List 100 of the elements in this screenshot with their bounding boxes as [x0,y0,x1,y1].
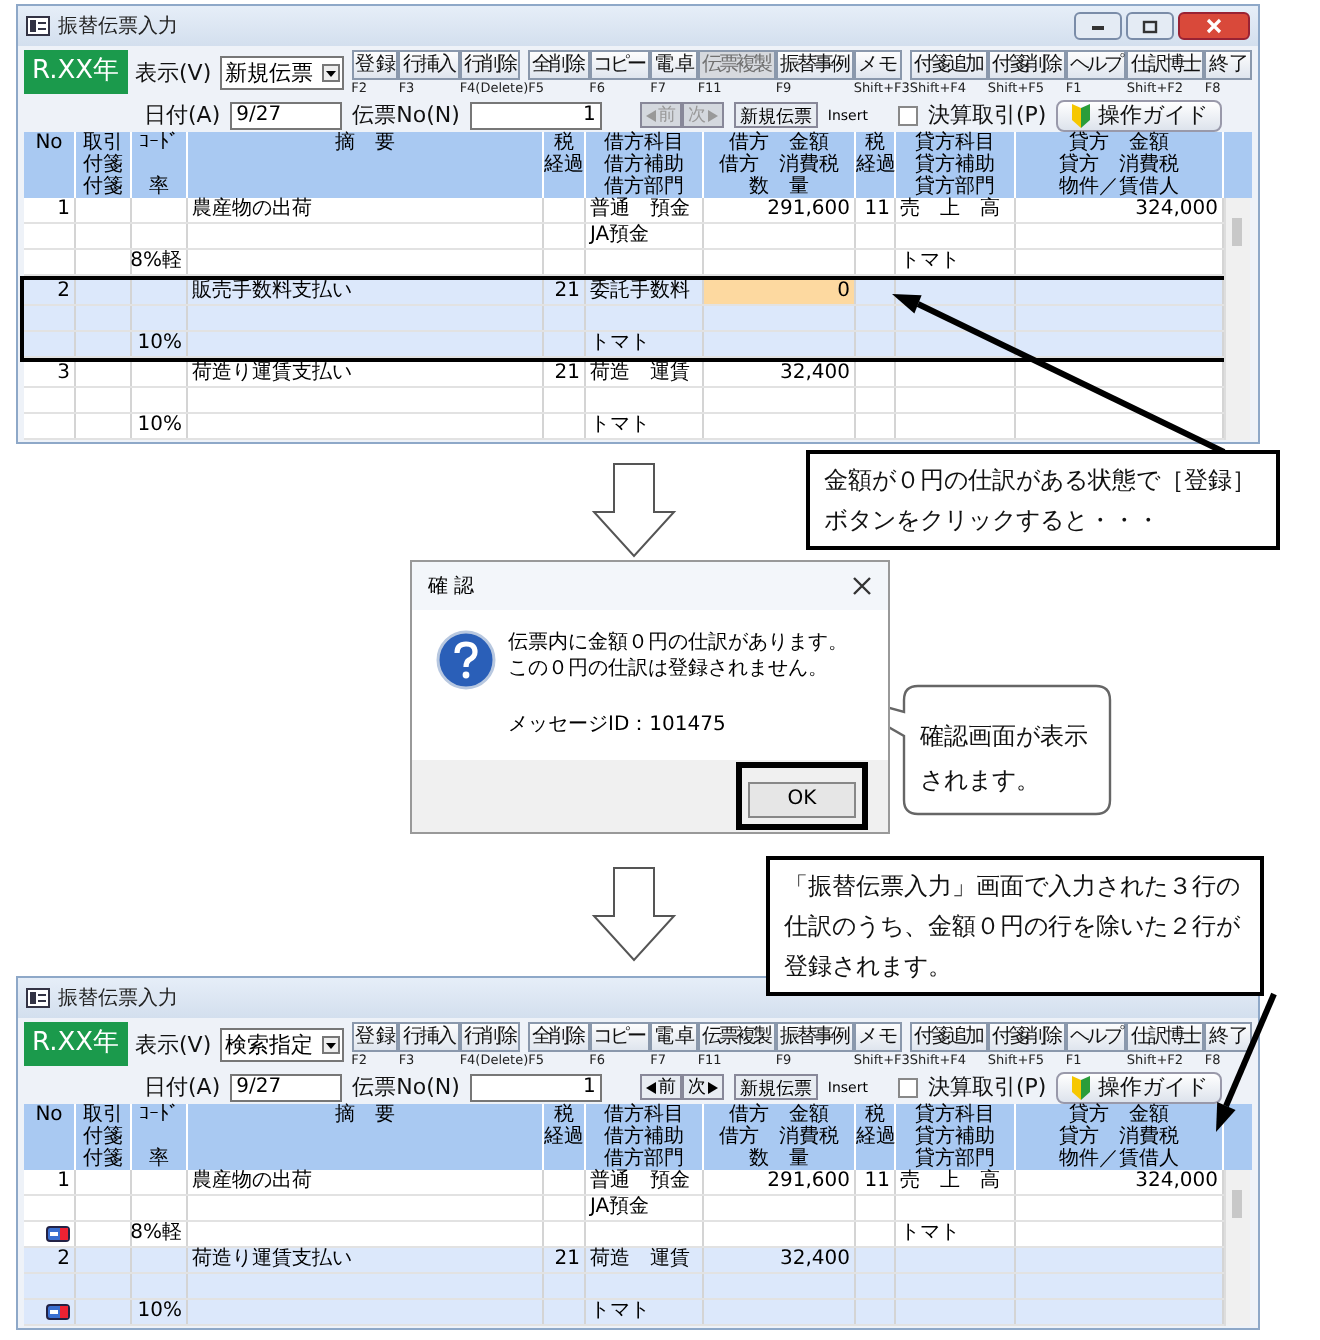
toolbar-button[interactable]: 付箋削除 [987,49,1066,79]
app-icon [26,16,50,36]
column-header: 経過 [544,154,584,176]
table-cell: 324,000 [1135,198,1218,222]
column-header: ｺｰﾄﾞ [139,1104,179,1126]
toolbar-button[interactable]: 電 卓 [650,1021,698,1051]
focused-cell[interactable]: 0 [704,280,856,304]
column-header: 貸方科目 [915,1104,995,1126]
guide-button[interactable]: 操作ガイド [1056,1071,1223,1103]
view-dropdown[interactable]: 新規伝票 [219,55,344,89]
toolbar-button[interactable]: 振替事例 [775,49,854,79]
table-cell: 委託手数料 [590,280,690,304]
toolbar-button[interactable]: 終 了 [1204,49,1253,79]
slip-number-field[interactable]: 1 [469,101,602,129]
maximize-button[interactable] [1126,12,1174,40]
column-header: 貸方 消費税 [1059,154,1179,176]
column-header: 物件／賃借人 [1059,176,1179,198]
toolbar-button[interactable]: 振替事例 [775,1021,854,1051]
toolbar-button[interactable]: 伝票複製 [697,1021,776,1051]
toolbar-button[interactable]: 仕訳博士 [1126,49,1205,79]
checkbox-label: 決算取引(P) [927,1072,1047,1102]
leaf-icon [1070,1075,1093,1099]
minimize-button[interactable] [1074,12,1122,40]
next-button[interactable]: 次 [681,1074,724,1100]
toolbar-button[interactable]: 付箋追加 [909,49,988,79]
close-button[interactable] [1178,12,1250,40]
toolbar-button[interactable]: コピー [589,1021,651,1051]
column-header: 借方部門 [604,176,684,198]
column-header: 貸方補助 [915,154,995,176]
toolbar-button[interactable]: 電 卓 [650,49,698,79]
toolbar-button[interactable]: 付箋追加 [909,1021,988,1051]
dropdown-value: 新規伝票 [225,57,314,87]
toolbar-button[interactable]: メ モ [853,49,901,79]
slip-number-field[interactable]: 1 [469,1073,602,1101]
column-header: 借方 消費税 [719,1126,839,1148]
ok-button[interactable]: OK [748,781,856,818]
journal-entry[interactable]: 2 販売手数料支払い 21 委託手数料 0 10% トマト [20,276,1228,362]
guide-button[interactable]: 操作ガイド [1056,99,1223,131]
column-header: 借方 金額 [729,132,829,154]
toolbar-button[interactable]: 登 録 [351,1021,399,1051]
date-field[interactable]: 9/27 [230,1073,343,1101]
column-header: 借方補助 [604,1126,684,1148]
down-arrow [591,867,677,962]
table-cell: 8%軽 [130,1222,182,1246]
view-dropdown[interactable]: 検索指定 [219,1027,344,1061]
table-cell: 荷造 運賃 [590,362,690,386]
column-header: 貸方 金額 [1069,132,1169,154]
toolbar-button[interactable]: 全削除 [528,49,590,79]
toolbar-button[interactable]: ヘルプ [1065,1021,1127,1051]
column-header: 経過 [544,1126,584,1148]
caret-icon [321,63,340,81]
column-header: 物件／賃借人 [1059,1148,1179,1170]
journal-entry[interactable]: 2 荷造り運賃支払い 21 荷造 運賃 32,400 10% トマト [24,1248,1224,1326]
checkbox[interactable] [897,105,918,125]
toolbar-button[interactable]: 行削除 [459,1021,521,1051]
checkbox[interactable] [897,1077,918,1097]
left-triangle-icon [645,1081,656,1093]
toolbar-button[interactable]: メ モ [853,1021,901,1051]
new-slip-button[interactable]: 新規伝票 [733,102,818,128]
toolbar-button[interactable]: コピー [589,49,651,79]
callout-box: 金額が０円の仕訳がある状態で［登録］ボタンをクリックすると・・・ [806,450,1280,550]
dropdown-value: 検索指定 [225,1029,314,1059]
toolbar-button[interactable]: 全削除 [528,1021,590,1051]
message-id: メッセージID：101475 [508,712,728,738]
column-header: 取引 [83,132,123,154]
column-header: 税 [865,1104,885,1126]
column-header: 率 [149,176,169,198]
column-header: 付箋 [83,1148,123,1170]
table-cell: トマト [590,414,650,438]
toolbar-button[interactable]: 行挿入 [398,1021,460,1051]
column-header: 貸方補助 [915,1126,995,1148]
year-badge: R.XX年 [24,50,128,94]
toolbar-button[interactable]: 行削除 [459,49,521,79]
scrollbar[interactable] [1224,1170,1250,1326]
journal-entry[interactable]: 1 農産物の出荷 普通 預金 291,600 11 売 上 高 324,000 JA預金 8%軽 トマト [24,198,1224,276]
toolbar-button[interactable]: 登 録 [351,49,399,79]
close-icon[interactable] [852,576,872,596]
previous-button[interactable]: 前 [639,1074,682,1100]
date-field[interactable]: 9/27 [230,101,343,129]
table-cell: 1 [57,198,70,222]
callout-box: 「振替伝票入力」画面で入力された３行の仕訳のうち、金額０円の行を除いた２行が登録されます。 [766,856,1264,996]
toolbar-button[interactable]: 付箋削除 [987,1021,1066,1051]
toolbar-button[interactable]: 終 了 [1204,1021,1253,1051]
scrollbar[interactable] [1224,198,1250,440]
table-cell: 荷造り運賃支払い [192,1248,352,1272]
table-cell: トマト [900,250,960,274]
column-header: 付箋 [83,176,123,198]
table-cell: 2 [57,280,70,304]
minimize-icon [1090,20,1106,32]
table-cell: 291,600 [767,198,850,222]
app-icon [26,988,50,1008]
toolbar-button[interactable]: 仕訳博士 [1126,1021,1205,1051]
column-header: 取引 [83,1104,123,1126]
toolbar-button[interactable]: 行挿入 [398,49,460,79]
toolbar-button[interactable]: ヘルプ [1065,49,1127,79]
journal-entry[interactable]: 1 農産物の出荷 普通 預金 291,600 11 売 上 高 324,000 JA預金 8%軽 トマト [24,1170,1224,1248]
column-header: 貸方部門 [915,1148,995,1170]
table-cell: 21 [554,280,580,304]
new-slip-button[interactable]: 新規伝票 [733,1074,818,1100]
journal-entry[interactable]: 3 荷造り運賃支払い 21 荷造 運賃 32,400 10% トマト [24,362,1224,440]
